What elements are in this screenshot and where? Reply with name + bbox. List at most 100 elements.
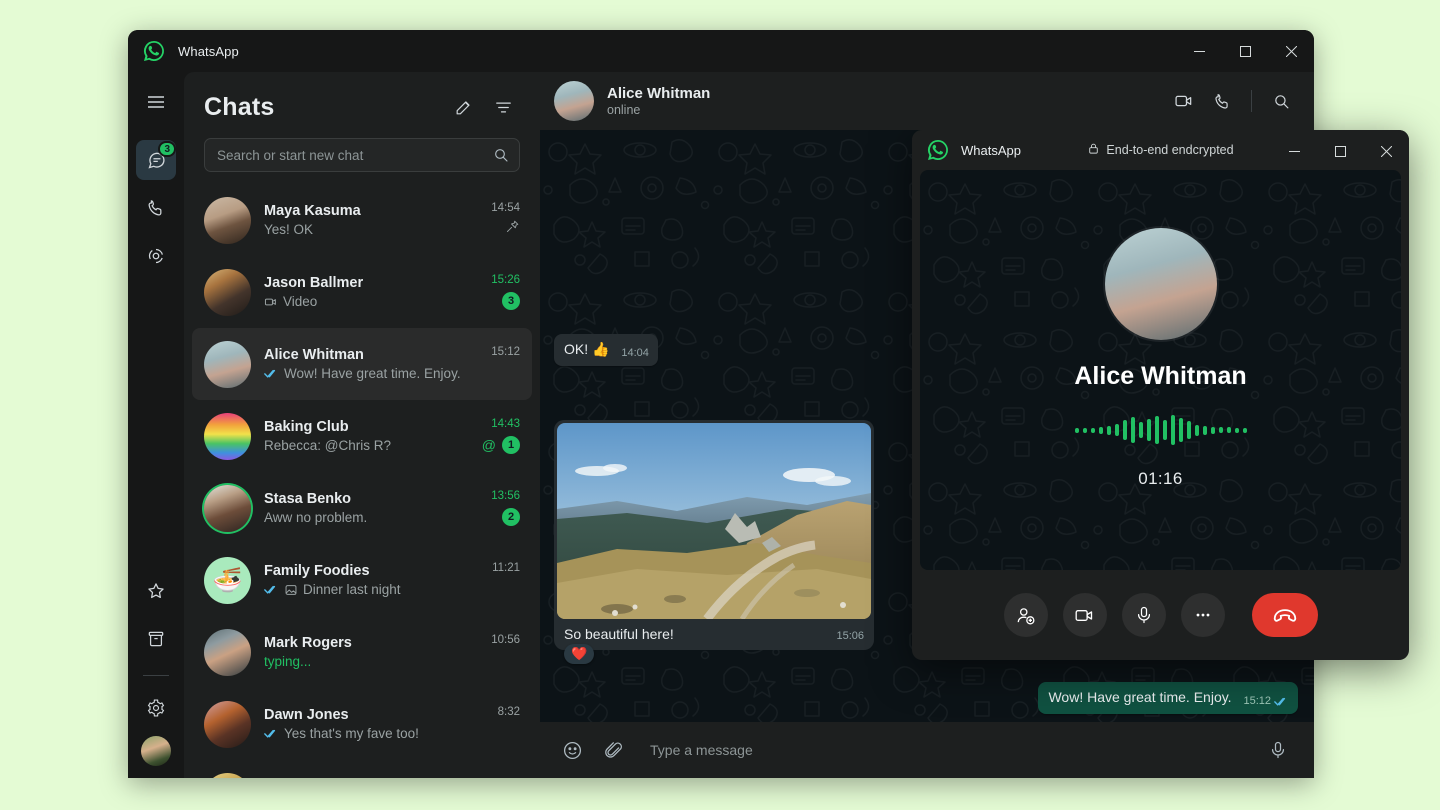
avatar[interactable] (204, 269, 251, 316)
call-minimize-button[interactable] (1271, 130, 1317, 172)
avatar[interactable] (204, 341, 251, 388)
waveform-bar (1163, 420, 1167, 440)
message-time-text: 15:12 (1243, 695, 1271, 707)
video-call-icon[interactable] (1167, 84, 1201, 118)
menu-icon[interactable] (136, 82, 176, 122)
avatar[interactable] (204, 197, 251, 244)
chat-item-time: 15:26 (491, 274, 520, 286)
video-icon (264, 295, 278, 309)
chat-list-item[interactable]: Jason BallmerVideo 15:26 3 (192, 256, 532, 328)
avatar-image (204, 269, 251, 316)
add-person-icon[interactable] (1004, 593, 1048, 637)
avatar[interactable]: 🍜 (204, 557, 251, 604)
message-bubble-outgoing-wow[interactable]: Wow! Have great time. Enjoy. 15:12 (1038, 682, 1298, 714)
search-box[interactable] (204, 138, 520, 172)
search-icon[interactable] (493, 147, 509, 163)
conversation-avatar[interactable] (554, 81, 594, 121)
message-reaction[interactable]: ❤️ (564, 644, 594, 664)
message-time: 15:12 (1243, 695, 1289, 707)
chat-list-item[interactable]: Baking ClubRebecca: @Chris R?14:43@1 (192, 400, 532, 472)
message-bubble-photo[interactable]: So beautiful here! 15:06 ❤️ (554, 420, 874, 650)
avatar[interactable] (204, 629, 251, 676)
chat-item-main: Stasa BenkoAww no problem. (264, 491, 469, 525)
sidebar-item-archived[interactable] (136, 619, 176, 659)
waveform-bar (1147, 419, 1151, 441)
message-bubble-incoming-ok[interactable]: OK! 👍 14:04 (554, 334, 658, 366)
video-camera-icon[interactable] (1063, 593, 1107, 637)
chat-item-main: Alice WhitmanWow! Have great time. Enjoy… (264, 347, 469, 381)
minimize-button[interactable] (1176, 30, 1222, 72)
main-window-title: WhatsApp (178, 44, 239, 59)
chat-list[interactable]: Maya KasumaYes! OK14:54Jason BallmerVide… (184, 182, 540, 778)
chat-item-meta: 8:32 (482, 706, 520, 742)
sidebar-item-settings[interactable] (136, 688, 176, 728)
microphone-icon[interactable] (1122, 593, 1166, 637)
message-photo[interactable] (557, 423, 871, 619)
chat-item-name: Family Foodies (264, 563, 469, 579)
chat-list-item[interactable]: Alice WhitmanWow! Have great time. Enjoy… (192, 328, 532, 400)
avatar-image (204, 773, 251, 779)
unread-badge: 3 (502, 292, 520, 310)
emoji-icon[interactable] (556, 734, 588, 766)
chat-list-item[interactable]: Ziggy Woodley8:12 (192, 760, 532, 778)
avatar[interactable] (204, 773, 251, 779)
waveform-bar (1243, 428, 1247, 433)
main-titlebar: WhatsApp (128, 30, 1314, 72)
call-window: WhatsApp End-to-end endcrypted (912, 130, 1409, 660)
avatar[interactable] (204, 413, 251, 460)
avatar[interactable] (204, 485, 251, 532)
voice-call-icon[interactable] (1205, 84, 1239, 118)
call-maximize-button[interactable] (1317, 130, 1363, 172)
unread-badge: 2 (502, 508, 520, 526)
waveform-bar (1195, 425, 1199, 436)
call-window-title: WhatsApp (961, 143, 1021, 158)
avatar[interactable] (204, 701, 251, 748)
avatar-emoji: 🍜 (204, 557, 251, 604)
chat-item-preview-text: Dinner last night (303, 582, 401, 597)
call-contact-name: Alice Whitman (1074, 362, 1246, 391)
microphone-icon[interactable] (1262, 734, 1294, 766)
maximize-button[interactable] (1222, 30, 1268, 72)
attach-icon[interactable] (598, 734, 630, 766)
chat-item-main: Jason BallmerVideo (264, 275, 469, 309)
lock-icon (1087, 142, 1100, 158)
chat-list-item[interactable]: Dawn JonesYes that's my fave too!8:32 (192, 688, 532, 760)
photo-caption-text: So beautiful here! (564, 626, 674, 642)
chat-item-preview: Yes! OK (264, 222, 469, 237)
chat-list-item[interactable]: Maya KasumaYes! OK14:54 (192, 184, 532, 256)
chat-item-meta: 14:43@1 (482, 418, 520, 454)
sidebar-item-calls[interactable] (136, 188, 176, 228)
new-chat-icon[interactable] (446, 90, 480, 124)
conversation-actions (1167, 84, 1298, 118)
filter-chats-icon[interactable] (486, 90, 520, 124)
sidebar-item-starred[interactable] (136, 571, 176, 611)
sidebar-item-status[interactable] (136, 236, 176, 276)
ellipsis-icon[interactable] (1181, 593, 1225, 637)
end-call-icon[interactable] (1252, 593, 1318, 637)
profile-avatar[interactable] (141, 736, 171, 766)
sidebar-item-chats[interactable]: 3 (136, 140, 176, 180)
read-receipt-icon (264, 584, 279, 595)
chat-item-main: Maya KasumaYes! OK (264, 203, 469, 237)
conversation-search-icon[interactable] (1264, 84, 1298, 118)
call-close-button[interactable] (1363, 130, 1409, 172)
chat-list-item[interactable]: Mark Rogerstyping... 10:56 (192, 616, 532, 688)
chat-item-meta: 15:12 (482, 346, 520, 382)
conversation-identity[interactable]: Alice Whitman online (607, 85, 1154, 117)
screen: WhatsApp (0, 0, 1440, 810)
waveform-bar (1107, 426, 1111, 435)
waveform-bar (1099, 427, 1103, 434)
chat-item-time: 10:56 (491, 634, 520, 646)
waveform-bar (1091, 428, 1095, 433)
pin-icon (505, 219, 520, 239)
chat-item-name: Stasa Benko (264, 491, 469, 507)
chat-list-item[interactable]: 🍜Family FoodiesDinner last night11:21 (192, 544, 532, 616)
message-text: OK! 👍 (564, 341, 609, 357)
chat-item-main: Mark Rogerstyping... (264, 635, 469, 669)
chat-item-name: Jason Ballmer (264, 275, 469, 291)
chat-list-item[interactable]: Stasa BenkoAww no problem.13:562 (192, 472, 532, 544)
close-button[interactable] (1268, 30, 1314, 72)
search-input[interactable] (217, 148, 493, 163)
message-input[interactable] (640, 742, 1252, 758)
chat-item-indicators: @1 (482, 436, 520, 454)
